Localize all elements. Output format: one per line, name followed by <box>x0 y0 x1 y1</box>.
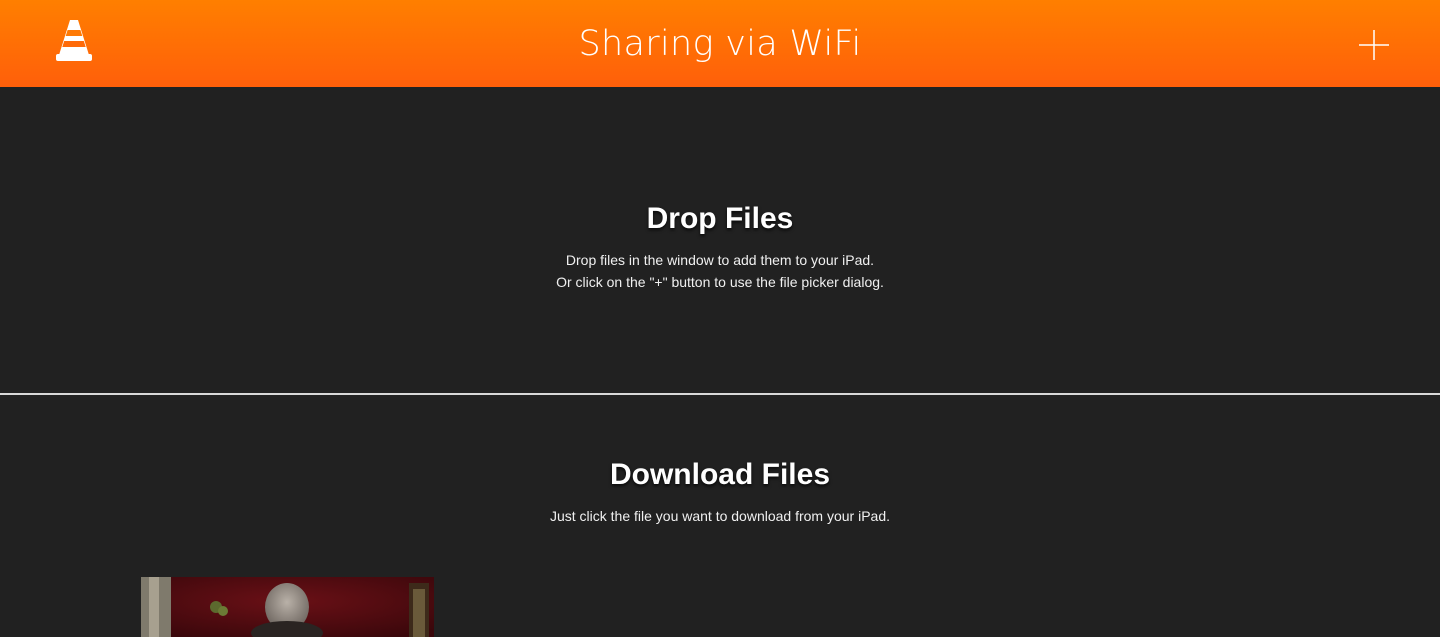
download-files-description: Just click the file you want to download… <box>549 508 891 524</box>
drop-description-line-1: Drop files in the window to add them to … <box>565 252 875 268</box>
header-bar: Sharing via WiFi <box>0 0 1440 87</box>
download-files-heading: Download Files <box>609 458 831 491</box>
drop-files-description: Drop files in the window to add them to … <box>0 249 1440 293</box>
drop-description-line-2: Or click on the "+" button to use the fi… <box>556 274 884 290</box>
video-thumbnail <box>141 577 434 637</box>
drop-files-heading: Drop Files <box>646 202 794 235</box>
add-file-button[interactable] <box>1358 29 1390 61</box>
download-section: Download Files Just click the file you w… <box>0 395 1440 637</box>
page-title: Sharing via WiFi <box>578 24 862 64</box>
file-thumbnail[interactable] <box>141 577 434 637</box>
plus-icon <box>1359 30 1389 60</box>
drop-zone[interactable]: Drop Files Drop files in the window to a… <box>0 87 1440 393</box>
